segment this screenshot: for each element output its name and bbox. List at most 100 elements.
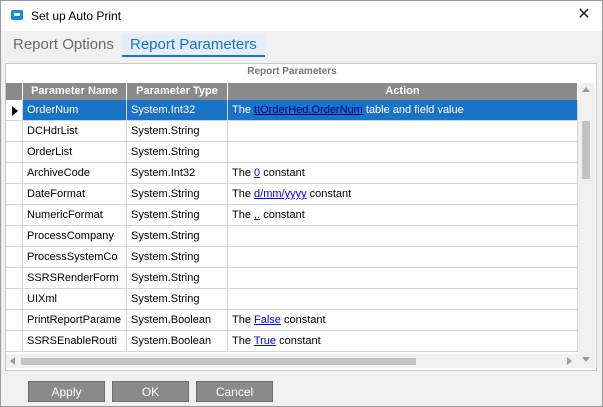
- row-indicator-header: [6, 83, 23, 100]
- cell-action[interactable]: The 0 constant: [228, 163, 578, 184]
- row-indicator[interactable]: [6, 268, 23, 289]
- horizontal-scrollbar[interactable]: [6, 354, 578, 368]
- cell-parameter-type[interactable]: System.String: [127, 184, 228, 205]
- action-link[interactable]: True: [254, 335, 276, 347]
- cancel-button[interactable]: Cancel: [196, 381, 273, 402]
- column-header-action[interactable]: Action: [228, 83, 578, 100]
- cell-parameter-type[interactable]: System.Boolean: [127, 310, 228, 331]
- vertical-scrollbar[interactable]: [578, 83, 595, 368]
- action-prefix: The: [232, 209, 255, 221]
- cell-action[interactable]: [228, 268, 578, 289]
- table-row[interactable]: DCHdrList System.String: [6, 121, 578, 142]
- cell-action[interactable]: [228, 226, 578, 247]
- cell-parameter-name[interactable]: DateFormat: [23, 184, 127, 205]
- cell-parameter-type[interactable]: System.String: [127, 226, 228, 247]
- table-row[interactable]: ProcessSystemCo System.String: [6, 247, 578, 268]
- column-header-parameter-name[interactable]: Parameter Name: [23, 83, 127, 100]
- tab-strip: Report Options Report Parameters: [1, 32, 602, 60]
- cell-action[interactable]: [228, 121, 578, 142]
- row-indicator[interactable]: [6, 226, 23, 247]
- table-row[interactable]: DateFormat System.String The d/mm/yyyy con…: [6, 184, 578, 205]
- cell-action[interactable]: The ttOrderHed.OrderNum table and field …: [228, 100, 578, 121]
- row-indicator[interactable]: [6, 310, 23, 331]
- action-prefix: The: [232, 335, 254, 347]
- row-indicator[interactable]: [6, 205, 23, 226]
- action-link[interactable]: ttOrderHed.OrderNum: [254, 104, 363, 116]
- action-prefix: The: [232, 167, 255, 179]
- cell-action[interactable]: [228, 142, 578, 163]
- title-bar: Set up Auto Print ✕: [1, 1, 602, 31]
- row-indicator[interactable]: [6, 184, 23, 205]
- cell-parameter-name[interactable]: NumericFormat: [23, 205, 127, 226]
- cell-parameter-type[interactable]: System.String: [127, 205, 228, 226]
- cell-parameter-type[interactable]: System.Int32: [127, 163, 228, 184]
- cell-parameter-type[interactable]: System.String: [127, 142, 228, 163]
- action-suffix: constant: [260, 209, 305, 221]
- action-suffix: table and field value: [362, 104, 464, 116]
- app-icon: [11, 10, 23, 20]
- tab-report-options[interactable]: Report Options: [13, 36, 114, 53]
- table-row[interactable]: UIXml System.String: [6, 289, 578, 310]
- apply-button[interactable]: Apply: [28, 381, 105, 402]
- table-row[interactable]: ProcessCompany System.String: [6, 226, 578, 247]
- cell-parameter-name[interactable]: DCHdrList: [23, 121, 127, 142]
- cell-parameter-type[interactable]: System.Boolean: [127, 331, 228, 352]
- parameters-grid: Report Parameters Parameter Name Paramet…: [5, 63, 597, 371]
- scroll-right-icon[interactable]: [567, 357, 572, 365]
- scroll-left-icon[interactable]: [10, 357, 15, 365]
- table-row[interactable]: ArchiveCode System.Int32 The 0 constant: [6, 163, 578, 184]
- cell-action[interactable]: The True constant: [228, 331, 578, 352]
- action-link[interactable]: d/mm/yyyy: [254, 188, 307, 200]
- action-suffix: constant: [306, 188, 352, 200]
- table-row[interactable]: SSRSRenderForm System.String: [6, 268, 578, 289]
- table-row[interactable]: OrderNum System.Int32 The ttOrderHed.Order…: [6, 100, 578, 121]
- close-icon[interactable]: ✕: [572, 4, 596, 26]
- cell-parameter-type[interactable]: System.Int32: [127, 100, 228, 121]
- cell-action[interactable]: [228, 289, 578, 310]
- cell-action[interactable]: The ,. constant: [228, 205, 578, 226]
- row-indicator[interactable]: [6, 121, 23, 142]
- cell-parameter-type[interactable]: System.String: [127, 247, 228, 268]
- current-row-arrow-icon: [12, 106, 18, 116]
- row-indicator[interactable]: [6, 163, 23, 184]
- cell-parameter-name[interactable]: ProcessCompany: [23, 226, 127, 247]
- cell-parameter-type[interactable]: System.String: [127, 289, 228, 310]
- row-indicator[interactable]: [6, 100, 23, 121]
- cell-parameter-type[interactable]: System.String: [127, 121, 228, 142]
- cell-parameter-name[interactable]: OrderNum: [23, 100, 127, 121]
- cell-parameter-type[interactable]: System.String: [127, 268, 228, 289]
- action-suffix: constant: [280, 314, 326, 326]
- cell-action[interactable]: [228, 247, 578, 268]
- table-row[interactable]: NumericFormat System.String The ,. constan…: [6, 205, 578, 226]
- cell-parameter-name[interactable]: ArchiveCode: [23, 163, 127, 184]
- cell-parameter-name[interactable]: SSRSEnableRouti: [23, 331, 127, 352]
- column-header-parameter-type[interactable]: Parameter Type: [127, 83, 228, 100]
- row-indicator[interactable]: [6, 331, 23, 352]
- scroll-down-icon[interactable]: [582, 357, 590, 362]
- cell-parameter-name[interactable]: ProcessSystemCo: [23, 247, 127, 268]
- table-row[interactable]: PrintReportParame System.Boolean The False…: [6, 310, 578, 331]
- cell-parameter-name[interactable]: OrderList: [23, 142, 127, 163]
- table-row[interactable]: SSRSEnableRouti System.Boolean The True co…: [6, 331, 578, 352]
- horizontal-scroll-thumb[interactable]: [21, 358, 416, 365]
- action-link[interactable]: False: [254, 314, 281, 326]
- cell-action[interactable]: The False constant: [228, 310, 578, 331]
- vertical-scroll-thumb[interactable]: [582, 121, 590, 179]
- row-indicator[interactable]: [6, 247, 23, 268]
- row-indicator[interactable]: [6, 142, 23, 163]
- grid-group-header: Report Parameters: [6, 64, 578, 82]
- action-prefix: The: [232, 104, 255, 116]
- scroll-up-icon[interactable]: [582, 87, 590, 92]
- action-suffix: constant: [260, 167, 305, 179]
- action-prefix: The: [232, 314, 255, 326]
- tab-report-parameters[interactable]: Report Parameters: [122, 34, 265, 57]
- table-row[interactable]: OrderList System.String: [6, 142, 578, 163]
- action-suffix: constant: [276, 335, 321, 347]
- window-title: Set up Auto Print: [31, 9, 122, 23]
- cell-action[interactable]: The d/mm/yyyy constant: [228, 184, 578, 205]
- cell-parameter-name[interactable]: UIXml: [23, 289, 127, 310]
- row-indicator[interactable]: [6, 289, 23, 310]
- cell-parameter-name[interactable]: PrintReportParame: [23, 310, 127, 331]
- cell-parameter-name[interactable]: SSRSRenderForm: [23, 268, 127, 289]
- ok-button[interactable]: OK: [112, 381, 189, 402]
